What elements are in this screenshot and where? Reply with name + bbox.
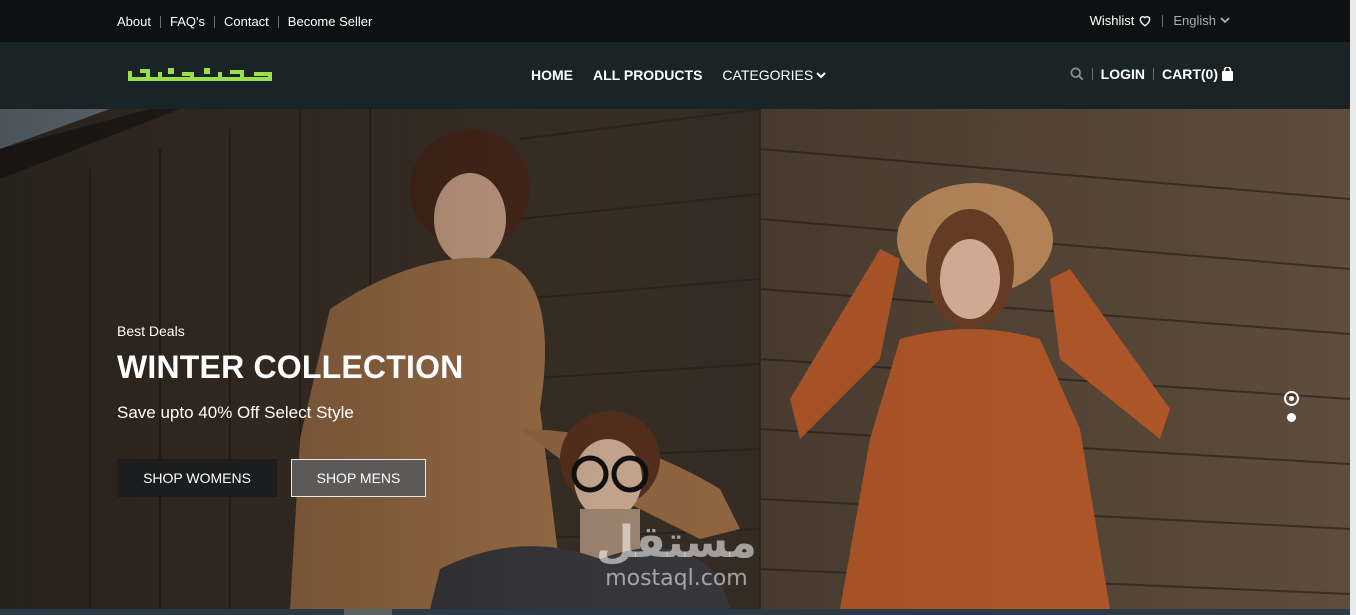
main-navigation: HOME ALL PRODUCTS CATEGORIES LOGIN CART(… xyxy=(0,42,1356,109)
chevron-down-icon xyxy=(1220,17,1230,24)
nav-categories[interactable]: CATEGORIES xyxy=(722,67,826,83)
hero-headline: WINTER COLLECTION xyxy=(117,349,464,385)
bottom-strip xyxy=(0,609,1350,615)
about-link[interactable]: About xyxy=(117,14,151,29)
shop-mens-button[interactable]: SHOP MENS xyxy=(291,459,426,497)
nav-actions: LOGIN CART(0) xyxy=(1070,66,1234,82)
divider xyxy=(1091,68,1093,80)
watermark-latin: mostaql.com xyxy=(605,566,748,591)
become-seller-link[interactable]: Become Seller xyxy=(288,14,373,29)
top-links: About FAQ's Contact Become Seller xyxy=(117,14,372,29)
slide-dot[interactable] xyxy=(1287,413,1296,422)
faqs-link[interactable]: FAQ's xyxy=(170,14,205,29)
search-icon[interactable] xyxy=(1070,67,1084,81)
shop-womens-button[interactable]: SHOP WOMENS xyxy=(117,459,277,497)
top-right-controls: Wishlist English xyxy=(1090,13,1230,28)
nav-home[interactable]: HOME xyxy=(531,67,573,83)
watermark-arabic: مستقل xyxy=(596,517,757,568)
heart-icon xyxy=(1139,16,1151,27)
bottom-strip-segment xyxy=(344,609,392,615)
login-link[interactable]: LOGIN xyxy=(1101,66,1145,82)
primary-menu: HOME ALL PRODUCTS CATEGORIES xyxy=(531,67,846,83)
bag-icon xyxy=(1222,67,1233,81)
cart-label: CART(0) xyxy=(1162,66,1218,82)
top-utility-bar: About FAQ's Contact Become Seller Wishli… xyxy=(0,0,1356,42)
hero-slider: Best Deals WINTER COLLECTION Save upto 4… xyxy=(0,109,1350,609)
divider xyxy=(213,15,215,28)
divider xyxy=(1162,14,1164,27)
divider xyxy=(159,15,161,28)
nav-all-products[interactable]: ALL PRODUCTS xyxy=(593,67,702,83)
logo[interactable] xyxy=(126,66,274,86)
page-scrollbar[interactable] xyxy=(1350,0,1356,615)
hero-eyebrow: Best Deals xyxy=(117,323,185,339)
cart-link[interactable]: CART(0) xyxy=(1162,66,1234,82)
wishlist-label: Wishlist xyxy=(1089,13,1135,28)
divider xyxy=(277,15,279,28)
hero-subline: Save upto 40% Off Select Style xyxy=(117,403,354,422)
watermark: مستقل mostaql.com xyxy=(596,519,757,591)
divider xyxy=(1153,68,1154,80)
categories-label: CATEGORIES xyxy=(722,67,814,83)
contact-link[interactable]: Contact xyxy=(224,14,269,29)
language-label: English xyxy=(1173,13,1216,28)
slide-dot-active[interactable] xyxy=(1284,391,1299,406)
language-selector[interactable]: English xyxy=(1173,13,1230,28)
hero-content: Best Deals WINTER COLLECTION Save upto 4… xyxy=(117,323,463,497)
chevron-down-icon xyxy=(816,71,826,78)
wishlist-link[interactable]: Wishlist xyxy=(1090,13,1153,28)
logo-mark xyxy=(128,68,272,81)
